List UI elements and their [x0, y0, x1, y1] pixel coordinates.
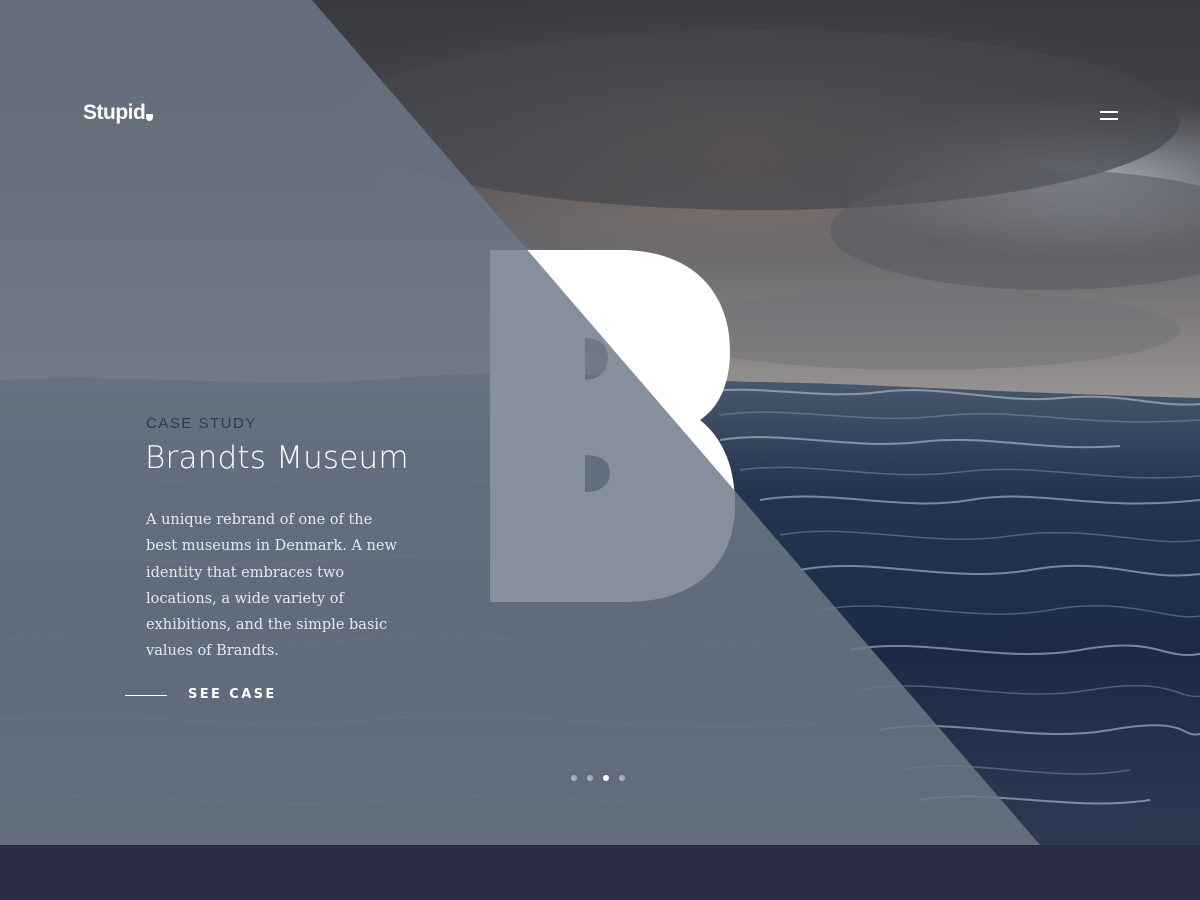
brand-logo[interactable]: Stupid [83, 101, 154, 125]
slider-dot-1[interactable] [571, 775, 577, 781]
hamburger-menu-icon[interactable] [1098, 108, 1120, 124]
see-case-label: SEE CASE [188, 687, 277, 702]
slider-dot-3[interactable] [603, 775, 609, 781]
brand-name: Stupid [83, 101, 146, 124]
slider-dot-2[interactable] [587, 775, 593, 781]
case-study-label: CASE STUDY [146, 415, 257, 432]
footer-bar [0, 845, 1200, 900]
case-title: Brandts Museum [145, 440, 409, 476]
heart-drop-icon [146, 114, 154, 121]
cta-line [125, 695, 167, 696]
slider-dot-4[interactable] [619, 775, 625, 781]
hero-slide: Stupid CASE STUDY Brandts Museum A uniqu… [0, 0, 1200, 845]
case-description: A unique rebrand of one of the best muse… [146, 512, 397, 660]
